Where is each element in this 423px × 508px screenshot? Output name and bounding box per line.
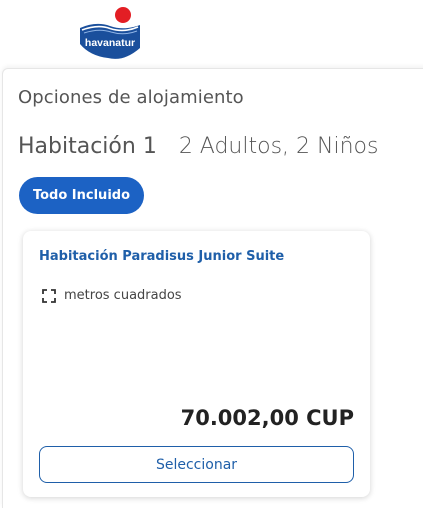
area-info: metros cuadrados <box>42 288 182 303</box>
havanatur-logo-image: havanatur <box>80 7 140 59</box>
top-bar: havanatur <box>0 0 423 68</box>
room-name: Habitación 1 <box>18 134 157 159</box>
room-price: 70.002,00 CUP <box>180 406 354 430</box>
room-heading: Habitación 1 2 Adultos, 2 Niños <box>18 134 378 159</box>
room-option-card: Habitación Paradisus Junior Suite metros… <box>23 231 370 497</box>
logo-text: havanatur <box>85 37 135 49</box>
room-occupancy: 2 Adultos, 2 Niños <box>178 134 379 159</box>
expand-corners-icon <box>42 288 56 303</box>
select-button[interactable]: Seleccionar <box>39 446 354 483</box>
area-label: metros cuadrados <box>64 288 182 303</box>
havanatur-logo[interactable]: havanatur <box>74 6 146 60</box>
plan-tab-todo-incluido[interactable]: Todo Incluido <box>19 177 144 214</box>
section-title: Opciones de alojamiento <box>18 87 244 108</box>
room-option-title[interactable]: Habitación Paradisus Junior Suite <box>39 249 284 264</box>
